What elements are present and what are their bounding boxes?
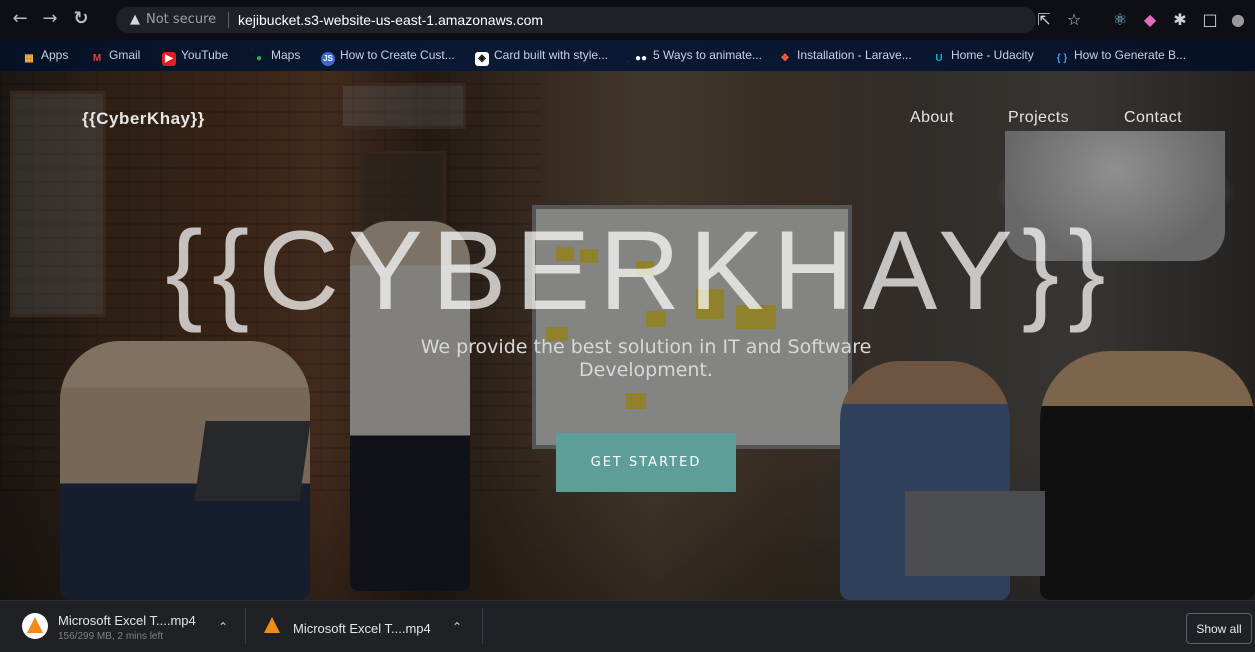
bookmark-apps[interactable]: ▦ Apps <box>22 47 68 66</box>
bookmark-youtube[interactable]: ▶ YouTube <box>162 47 228 66</box>
maps-icon: ● <box>255 53 263 64</box>
bookmark-star-icon[interactable]: ☆ <box>1064 10 1084 30</box>
braces-icon: { } <box>1056 53 1068 64</box>
warning-icon: ▲ <box>130 12 140 27</box>
hero-section: {{CyberKhay}} About Projects Contact {{C… <box>0 71 1255 600</box>
laravel-icon: ❖ <box>780 53 790 64</box>
divider <box>482 608 483 644</box>
back-arrow-icon[interactable]: ← <box>10 9 30 29</box>
hero-tagline: We provide the best solution in IT and S… <box>420 336 872 381</box>
udacity-icon: U <box>935 53 943 64</box>
forward-arrow-icon[interactable]: → <box>40 9 60 29</box>
security-indicator[interactable]: ▲ Not secure <box>130 11 216 29</box>
bookmark-5-ways[interactable]: ●● 5 Ways to animate... <box>634 47 762 66</box>
nav-about[interactable]: About <box>910 109 954 127</box>
share-icon[interactable]: ⇱ <box>1034 10 1054 30</box>
codepen-icon: ◈ <box>475 52 489 66</box>
hero-title: {{CYBERKHAY}} <box>165 208 1115 333</box>
reload-icon[interactable]: ↻ <box>71 9 91 29</box>
bookmark-gmail[interactable]: M Gmail <box>90 47 141 66</box>
bookmark-udacity[interactable]: U Home - Udacity <box>932 47 1033 66</box>
gmail-icon: M <box>92 53 102 64</box>
bookmark-how-to-create[interactable]: JS How to Create Cust... <box>321 47 455 66</box>
progress-ring-icon <box>22 613 48 639</box>
show-all-button[interactable]: Show all <box>1186 613 1252 644</box>
site-logo[interactable]: {{CyberKhay}} <box>82 109 205 129</box>
bookmark-laravel[interactable]: ❖ Installation - Larave... <box>778 47 912 66</box>
address-divider <box>228 12 229 28</box>
chevron-up-icon[interactable]: ⌃ <box>218 620 228 634</box>
nav-contact[interactable]: Contact <box>1124 109 1182 127</box>
download-item[interactable]: Microsoft Excel T....mp4 156/299 MB, 2 m… <box>0 600 245 651</box>
get-started-button[interactable]: GET STARTED <box>556 433 736 492</box>
js-icon: JS <box>321 52 335 66</box>
extensions-puzzle-icon[interactable]: ✱ <box>1170 10 1190 30</box>
dots-icon: ●● <box>634 53 648 64</box>
color-extension-icon[interactable]: ◆ <box>1140 10 1160 30</box>
profile-avatar-icon[interactable]: ● <box>1228 10 1248 30</box>
url-text[interactable]: kejibucket.s3-website-us-east-1.amazonaw… <box>238 11 543 29</box>
download-item[interactable]: Microsoft Excel T....mp4 ⌃ <box>246 600 482 651</box>
vlc-cone-icon <box>27 617 43 633</box>
youtube-icon: ▶ <box>162 52 176 66</box>
chevron-up-icon[interactable]: ⌃ <box>452 620 462 634</box>
react-extension-icon[interactable]: ⚛ <box>1110 10 1130 30</box>
bookmark-card-built[interactable]: ◈ Card built with style... <box>475 47 608 66</box>
bookmark-maps[interactable]: ● Maps <box>252 47 300 66</box>
bookmark-how-to-generate[interactable]: { } How to Generate B... <box>1055 47 1186 66</box>
side-panel-icon[interactable]: □ <box>1200 10 1220 30</box>
vlc-cone-icon <box>264 617 280 633</box>
apps-grid-icon: ▦ <box>24 53 34 64</box>
nav-projects[interactable]: Projects <box>1008 109 1069 127</box>
